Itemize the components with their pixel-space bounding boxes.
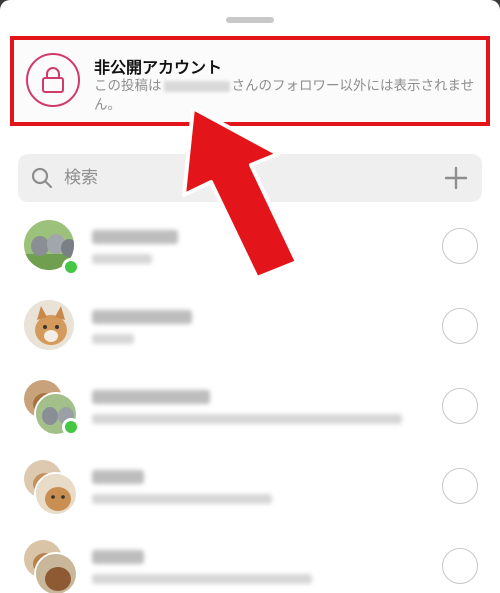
list-item[interactable] xyxy=(0,530,500,593)
search-icon xyxy=(30,166,54,194)
redacted-subtitle xyxy=(92,574,312,584)
select-radio[interactable] xyxy=(442,308,478,344)
avatar xyxy=(22,458,80,516)
sheet-grabber[interactable] xyxy=(226,17,274,23)
banner-title: 非公開アカウント xyxy=(94,58,223,77)
avatar xyxy=(22,218,80,276)
online-indicator xyxy=(62,258,80,276)
avatar xyxy=(22,298,80,356)
avatar xyxy=(22,538,80,593)
online-indicator xyxy=(62,418,80,436)
share-sheet: 非公開アカウント この投稿は さんのフォロワー以外には表示されません。 xyxy=(0,0,500,593)
avatar-image xyxy=(22,298,76,352)
redacted-subtitle xyxy=(92,494,272,504)
select-radio[interactable] xyxy=(442,468,478,504)
select-radio[interactable] xyxy=(442,548,478,584)
select-radio[interactable] xyxy=(442,228,478,264)
redacted-name xyxy=(92,310,192,324)
plus-icon[interactable] xyxy=(444,166,468,194)
red-arrow-annotation xyxy=(182,108,299,278)
redacted-name xyxy=(92,550,144,564)
redacted-subtitle xyxy=(92,334,134,344)
avatar xyxy=(22,378,80,436)
list-item[interactable] xyxy=(0,290,500,370)
redacted-name xyxy=(92,470,144,484)
select-radio[interactable] xyxy=(442,388,478,424)
avatar-image-secondary xyxy=(34,552,78,593)
redacted-name xyxy=(92,390,210,404)
list-item[interactable] xyxy=(0,450,500,530)
lock-icon xyxy=(26,53,80,107)
redacted-name xyxy=(92,230,178,244)
redacted-subtitle xyxy=(92,414,402,424)
redacted-username xyxy=(163,80,230,92)
list-item[interactable] xyxy=(0,370,500,450)
avatar-image-secondary xyxy=(34,472,78,516)
banner-desc-before: この投稿は xyxy=(94,78,162,94)
redacted-subtitle xyxy=(92,254,152,264)
